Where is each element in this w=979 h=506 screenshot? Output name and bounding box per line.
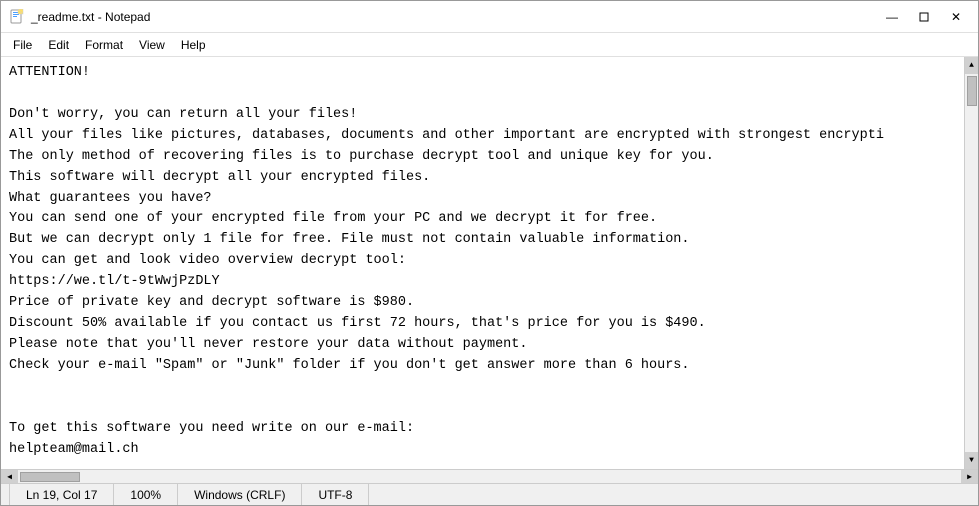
cursor-position: Ln 19, Col 17 xyxy=(9,484,114,505)
status-bar: Ln 19, Col 17 100% Windows (CRLF) UTF-8 xyxy=(1,483,978,505)
menu-format[interactable]: Format xyxy=(77,36,131,54)
close-button[interactable]: ✕ xyxy=(942,7,970,27)
h-scroll-track xyxy=(18,470,961,484)
menu-view[interactable]: View xyxy=(131,36,173,54)
window-title: _readme.txt - Notepad xyxy=(31,10,150,24)
notepad-icon xyxy=(9,9,25,25)
text-editor[interactable]: ATTENTION! Don't worry, you can return a… xyxy=(1,57,978,469)
line-ending: Windows (CRLF) xyxy=(178,484,302,505)
encoding: UTF-8 xyxy=(302,484,369,505)
menu-bar: File Edit Format View Help xyxy=(1,33,978,57)
menu-edit[interactable]: Edit xyxy=(40,36,77,54)
scroll-right-arrow[interactable]: ▶ xyxy=(961,470,978,484)
menu-file[interactable]: File xyxy=(5,36,40,54)
h-scroll-thumb[interactable] xyxy=(20,472,80,482)
title-bar-left: _readme.txt - Notepad xyxy=(9,9,150,25)
title-bar: _readme.txt - Notepad — ✕ xyxy=(1,1,978,33)
notepad-window: _readme.txt - Notepad — ✕ File Edit Form… xyxy=(0,0,979,506)
menu-help[interactable]: Help xyxy=(173,36,214,54)
vertical-scrollbar[interactable]: ▲ ▼ xyxy=(964,57,978,469)
title-bar-controls: — ✕ xyxy=(878,7,970,27)
editor-area: ATTENTION! Don't worry, you can return a… xyxy=(1,57,978,469)
scroll-thumb[interactable] xyxy=(967,76,977,106)
scroll-up-arrow[interactable]: ▲ xyxy=(965,57,979,74)
minimize-button[interactable]: — xyxy=(878,7,906,27)
maximize-button[interactable] xyxy=(910,7,938,27)
horizontal-scrollbar[interactable]: ◀ ▶ xyxy=(1,469,978,483)
scroll-left-arrow[interactable]: ◀ xyxy=(1,470,18,484)
zoom-level: 100% xyxy=(114,484,178,505)
scroll-down-arrow[interactable]: ▼ xyxy=(965,452,979,469)
